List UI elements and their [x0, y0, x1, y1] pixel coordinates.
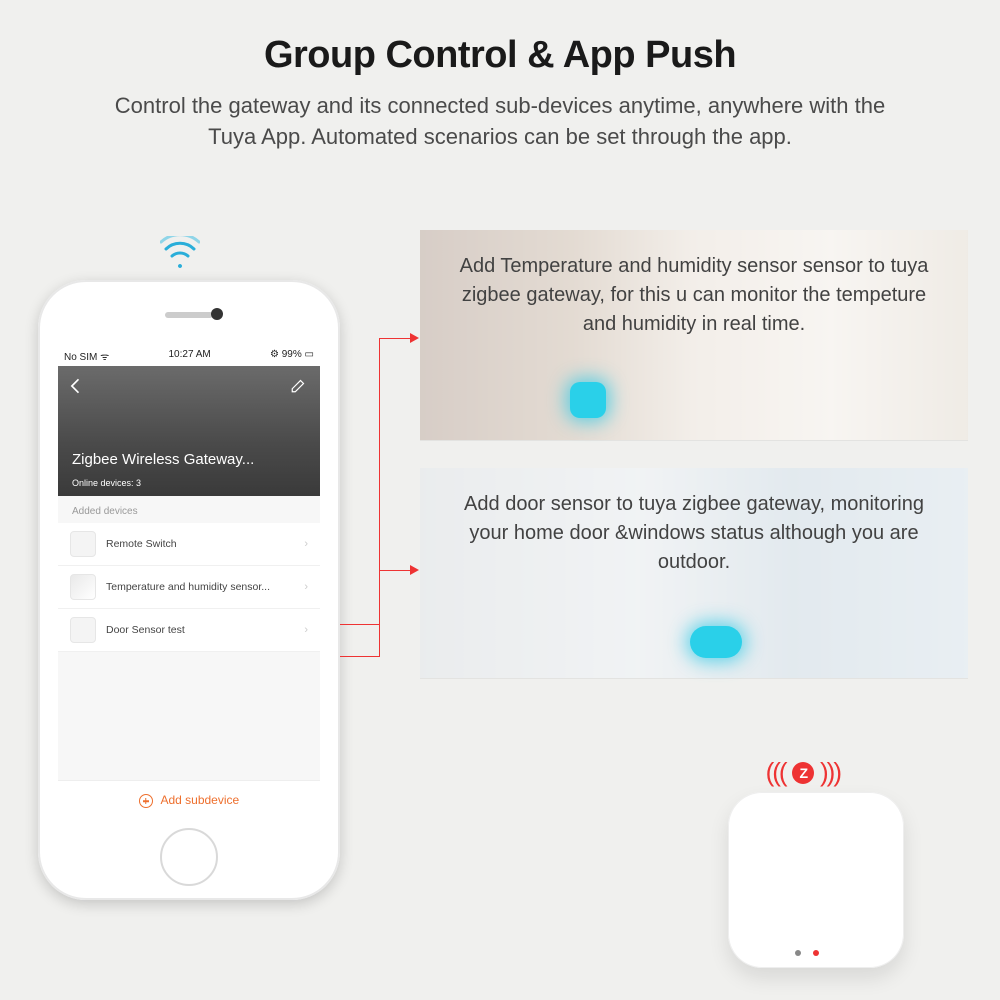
device-row[interactable]: Remote Switch ›	[58, 523, 320, 566]
edit-icon[interactable]	[290, 376, 312, 398]
chevron-right-icon: ›	[304, 624, 308, 636]
arrow-head-icon	[410, 333, 419, 343]
status-carrier: No SIM ᯤ	[64, 349, 109, 363]
gateway-title: Zigbee Wireless Gateway...	[72, 451, 254, 468]
chevron-right-icon: ›	[304, 538, 308, 550]
arrow-line	[379, 624, 380, 657]
status-bar: No SIM ᯤ 10:27 AM ⚙ 99% ▭	[58, 346, 320, 366]
sensor-icon	[70, 574, 96, 600]
arrow-line	[340, 624, 380, 625]
back-icon[interactable]	[66, 376, 88, 398]
switch-icon	[70, 531, 96, 557]
add-subdevice-label: Add subdevice	[160, 793, 239, 807]
online-count: Online devices: 3	[72, 478, 141, 488]
arrow-head-icon	[410, 565, 419, 575]
phone-camera	[211, 308, 223, 320]
added-devices-label: Added devices	[58, 496, 320, 523]
gateway-hub	[728, 792, 904, 968]
page-description: Control the gateway and its connected su…	[90, 91, 910, 153]
panel-door-sensor: Add door sensor to tuya zigbee gateway, …	[420, 468, 968, 678]
device-list: Remote Switch › Temperature and humidity…	[58, 523, 320, 652]
page-title: Group Control & App Push	[0, 0, 1000, 77]
phone-mockup: No SIM ᯤ 10:27 AM ⚙ 99% ▭ Zigbee Wireles…	[38, 280, 340, 900]
panel-temperature: Add Temperature and humidity sensor sens…	[420, 230, 968, 440]
sensor-glow-icon	[690, 626, 742, 658]
arrow-line	[379, 338, 380, 570]
panel-text: Add Temperature and humidity sensor sens…	[420, 230, 968, 361]
device-hero: Zigbee Wireless Gateway... Online device…	[58, 366, 320, 496]
status-time: 10:27 AM	[169, 349, 211, 363]
device-name: Door Sensor test	[106, 624, 185, 636]
add-subdevice-button[interactable]: Add subdevice	[58, 780, 320, 820]
wifi-icon	[160, 236, 200, 277]
device-row[interactable]: Door Sensor test ›	[58, 609, 320, 652]
door-sensor-icon	[70, 617, 96, 643]
zigbee-signal-icon: ((( Z )))	[766, 757, 840, 788]
arrow-line	[340, 656, 380, 657]
chevron-right-icon: ›	[304, 581, 308, 593]
app-screen: No SIM ᯤ 10:27 AM ⚙ 99% ▭ Zigbee Wireles…	[58, 346, 320, 820]
device-row[interactable]: Temperature and humidity sensor... ›	[58, 566, 320, 609]
arrow-line	[379, 570, 412, 571]
phone-speaker	[165, 312, 213, 318]
arrow-line	[379, 338, 412, 339]
plus-circle-icon	[139, 794, 153, 808]
panel-text: Add door sensor to tuya zigbee gateway, …	[420, 468, 968, 599]
device-name: Remote Switch	[106, 538, 177, 550]
device-name: Temperature and humidity sensor...	[106, 581, 270, 593]
arrow-line	[379, 570, 380, 625]
sensor-glow-icon	[570, 382, 606, 418]
status-battery: ⚙ 99% ▭	[270, 349, 314, 363]
